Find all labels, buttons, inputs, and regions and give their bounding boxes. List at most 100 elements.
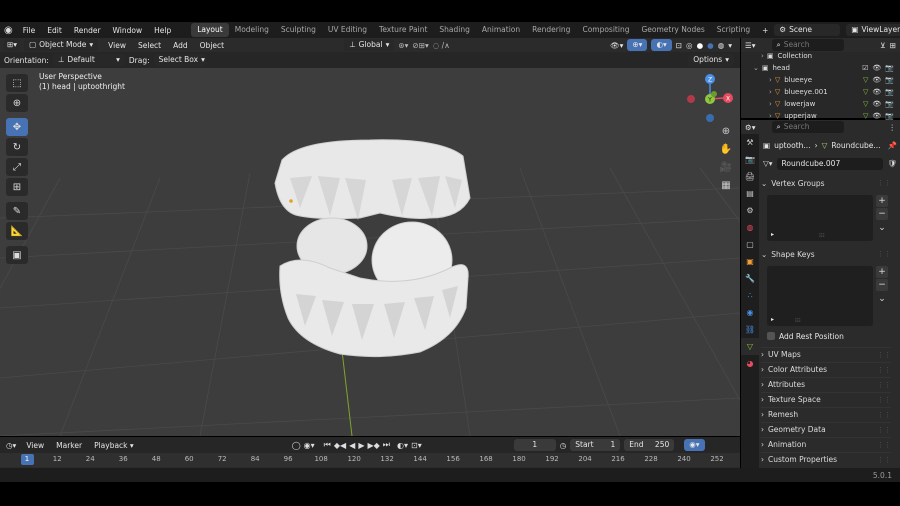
tab-texture-paint[interactable]: Texture Paint bbox=[373, 23, 433, 37]
pan-hand-icon[interactable]: ✋ bbox=[718, 141, 734, 157]
collection-checkbox[interactable]: ☑ bbox=[862, 64, 868, 72]
chevron-right-icon[interactable]: › bbox=[769, 100, 772, 108]
eye-icon[interactable]: 👁 bbox=[872, 112, 881, 120]
outliner-row[interactable]: › ▽ blueeye.001 ▽ 👁 📷 bbox=[741, 86, 900, 98]
modifier-tab-icon[interactable]: 🔧 bbox=[741, 270, 759, 287]
properties-editor-icon[interactable]: ⚙▾ bbox=[745, 123, 756, 132]
record-icon[interactable]: ◯ bbox=[292, 441, 301, 450]
editor-type-selector[interactable]: ⊞▾ bbox=[4, 39, 21, 51]
output-tab-icon[interactable]: 🖨 bbox=[741, 168, 759, 185]
timeline-menu-playback[interactable]: Playback ▾ bbox=[88, 441, 140, 450]
timeline-view-toggle[interactable]: ◉▾ bbox=[684, 439, 705, 451]
camera-icon[interactable]: 📷 bbox=[885, 64, 894, 72]
pin-icon[interactable]: 📌 bbox=[888, 141, 897, 150]
vertex-group-menu-button[interactable]: ⌄ bbox=[876, 222, 888, 234]
jump-end-icon[interactable]: ⏭ bbox=[383, 440, 390, 450]
shading-solid-icon[interactable]: ● bbox=[697, 41, 704, 50]
menu-render[interactable]: Render bbox=[68, 26, 107, 35]
chevron-right-icon[interactable]: › bbox=[769, 88, 772, 96]
zoom-icon[interactable]: ⊕ bbox=[718, 123, 734, 139]
shading-options-icon[interactable]: ▾ bbox=[728, 41, 732, 50]
add-workspace-button[interactable]: + bbox=[756, 26, 774, 35]
fake-user-icon[interactable]: 🛡 bbox=[887, 159, 897, 168]
perspective-toggle-icon[interactable]: ▦ bbox=[718, 177, 734, 193]
viewport-canvas[interactable] bbox=[0, 68, 740, 436]
orientation-dropdown[interactable]: ⊥ Default ▾ bbox=[52, 54, 125, 66]
viewport-menu-object[interactable]: Object bbox=[194, 41, 230, 50]
timeline-menu-view[interactable]: View bbox=[20, 441, 50, 450]
tab-shading[interactable]: Shading bbox=[433, 23, 475, 37]
tab-scripting[interactable]: Scripting bbox=[711, 23, 756, 37]
add-vertex-group-button[interactable]: + bbox=[876, 195, 888, 207]
material-tab-icon[interactable]: ◕ bbox=[741, 355, 759, 372]
move-tool[interactable]: ✥ bbox=[6, 118, 28, 136]
visibility-icon[interactable]: 👁▾ bbox=[610, 41, 623, 50]
vertex-groups-panel-header[interactable]: ⌄ Vertex Groups ⋮⋮ bbox=[761, 176, 891, 190]
particles-tab-icon[interactable]: ∴ bbox=[741, 287, 759, 304]
world-tab-icon[interactable]: ◍ bbox=[741, 219, 759, 236]
camera-icon[interactable]: 📷 bbox=[885, 112, 894, 120]
next-keyframe-icon[interactable]: ▶◆ bbox=[367, 441, 379, 450]
scene-tab-icon[interactable]: ⚙ bbox=[741, 202, 759, 219]
transform-orientation[interactable]: ⊥ Global ▾ bbox=[344, 39, 395, 51]
eye-icon[interactable]: 👁 bbox=[872, 76, 881, 84]
add-rest-position-checkbox[interactable] bbox=[767, 332, 775, 340]
tab-compositing[interactable]: Compositing bbox=[576, 23, 635, 37]
camera-icon[interactable]: 📷 bbox=[885, 76, 894, 84]
snap-icon[interactable]: ⊘⊞▾ bbox=[412, 41, 428, 50]
chevron-right-icon[interactable]: › bbox=[769, 76, 772, 84]
list-expand-icon[interactable]: ▸ bbox=[771, 316, 774, 323]
shading-wireframe-icon[interactable]: ◎ bbox=[686, 41, 693, 50]
end-frame-field[interactable]: End 250 bbox=[624, 439, 675, 451]
annotate-tool[interactable]: ✎ bbox=[6, 202, 28, 220]
filter-icon[interactable]: ⊻ bbox=[880, 41, 886, 50]
options-dropdown[interactable]: Options ▾ bbox=[688, 54, 734, 66]
panel-color-attributes[interactable]: › Color Attributes ⋮⋮ bbox=[761, 362, 891, 376]
list-resize-handle[interactable]: ⁝⁝⁝ bbox=[819, 232, 825, 239]
menu-file[interactable]: File bbox=[17, 26, 42, 35]
list-expand-icon[interactable]: ▸ bbox=[771, 231, 774, 238]
overlay-toggle[interactable]: ◐▾ bbox=[651, 39, 672, 51]
chevron-down-icon[interactable]: ⌄ bbox=[753, 64, 759, 72]
pivot-icon[interactable]: ⊛▾ bbox=[398, 41, 408, 50]
timeline-editor-icon[interactable]: ◷▾ bbox=[6, 441, 16, 450]
chevron-right-icon[interactable]: › bbox=[769, 112, 772, 120]
remove-shape-key-button[interactable]: − bbox=[876, 279, 888, 291]
panel-remesh[interactable]: › Remesh ⋮⋮ bbox=[761, 407, 891, 421]
current-frame-field[interactable]: 1 bbox=[513, 439, 556, 451]
data-tab-icon[interactable]: ▽ bbox=[741, 338, 759, 355]
scene-selector[interactable]: ⚙ Scene bbox=[774, 24, 841, 36]
new-collection-icon[interactable]: ⊞ bbox=[890, 41, 900, 50]
rotate-tool[interactable]: ↻ bbox=[6, 138, 28, 156]
render-tab-icon[interactable]: 📷 bbox=[741, 151, 759, 168]
panel-custom-properties[interactable]: › Custom Properties ⋮⋮ bbox=[761, 452, 891, 466]
chevron-right-icon[interactable]: › bbox=[761, 52, 764, 60]
select-box-tool[interactable]: ⬚ bbox=[6, 74, 28, 92]
tool-tab-icon[interactable]: ⚒ bbox=[741, 134, 759, 151]
constraints-tab-icon[interactable]: ⛓ bbox=[741, 321, 759, 338]
shape-keys-list[interactable]: ▸ ⁝⁝⁝ bbox=[767, 266, 873, 326]
xray-icon[interactable]: ⊡ bbox=[676, 41, 682, 50]
outliner-row[interactable]: › ▽ blueeye ▽ 👁 📷 bbox=[741, 74, 900, 86]
tab-layout[interactable]: Layout bbox=[191, 23, 229, 37]
eye-icon[interactable]: 👁 bbox=[872, 100, 881, 108]
eye-icon[interactable]: 👁 bbox=[872, 88, 881, 96]
timeline-menu-marker[interactable]: Marker bbox=[50, 441, 88, 450]
vertex-groups-list[interactable]: ▸ ⁝⁝⁝ bbox=[767, 195, 873, 241]
options-icon[interactable]: ⋮ bbox=[889, 123, 900, 132]
viewport-menu-view[interactable]: View bbox=[102, 41, 132, 50]
add-shape-key-button[interactable]: + bbox=[876, 266, 888, 278]
shape-key-menu-button[interactable]: ⌄ bbox=[876, 293, 888, 305]
eye-icon[interactable]: 👁 bbox=[872, 64, 881, 72]
navigation-gizmo[interactable]: X Y Z bbox=[684, 72, 738, 126]
camera-view-icon[interactable]: 🎥 bbox=[718, 159, 734, 175]
play-reverse-icon[interactable]: ◀ bbox=[349, 441, 355, 450]
outliner-row[interactable]: › ▣ Collection bbox=[741, 50, 900, 62]
keyframe-type-icon[interactable]: ⊡▾ bbox=[411, 441, 422, 450]
scale-tool[interactable]: ⤢ bbox=[6, 158, 28, 176]
shape-keys-panel-header[interactable]: ⌄ Shape Keys ⋮⋮ bbox=[761, 247, 891, 261]
mesh-name-field[interactable]: Roundcube.007 bbox=[776, 157, 884, 170]
keying-icon[interactable]: ◉▾ bbox=[304, 441, 315, 450]
outliner-editor-icon[interactable]: ☰▾ bbox=[745, 41, 756, 50]
add-rest-position-checkbox-row[interactable]: Add Rest Position bbox=[767, 330, 844, 342]
